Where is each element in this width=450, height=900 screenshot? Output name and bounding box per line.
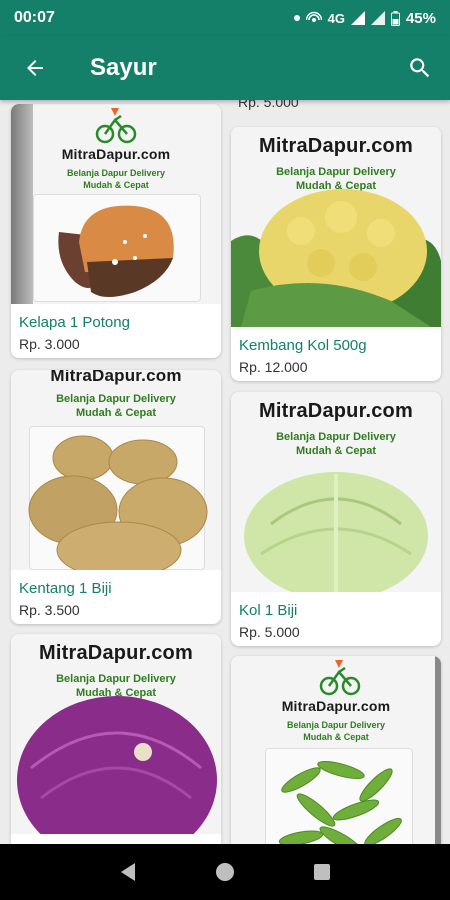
signal-2-icon bbox=[370, 11, 385, 25]
nav-back-icon[interactable] bbox=[119, 862, 137, 882]
product-card[interactable]: MitraDapur.com Belanja Dapur Delivery Mu… bbox=[231, 656, 441, 844]
product-name bbox=[11, 834, 221, 844]
battery-percent: 45% bbox=[405, 9, 436, 27]
brand-name: MitraDapur.com bbox=[39, 642, 193, 664]
brand-tagline-2: Mudah & Cepat bbox=[303, 732, 369, 742]
brand-name: MitraDapur.com bbox=[281, 698, 391, 714]
brand-name: MitraDapur.com bbox=[50, 370, 182, 385]
product-card[interactable]: MitraDapur.com Belanja Dapur Delivery Mu… bbox=[231, 392, 441, 646]
product-name: Kol 1 Biji bbox=[239, 602, 298, 619]
product-name: Kentang 1 Biji bbox=[19, 580, 112, 597]
product-card[interactable]: MitraDapur.com Belanja Dapur Delivery Mu… bbox=[11, 104, 221, 358]
signal-icon bbox=[350, 11, 365, 25]
brand-tagline-2: Mudah & Cepat bbox=[75, 407, 157, 419]
product-card[interactable]: MitraDapur.com Belanja Dapur Delivery Mu… bbox=[11, 634, 221, 844]
product-image-potato: MitraDapur.com Belanja Dapur Delivery Mu… bbox=[11, 370, 221, 570]
product-name: Kelapa 1 Potong bbox=[19, 314, 130, 331]
brand-tagline-2: Mudah & Cepat bbox=[83, 180, 149, 190]
potato-icon bbox=[28, 435, 208, 570]
search-icon bbox=[410, 58, 430, 78]
coconut-piece-icon bbox=[58, 205, 174, 297]
status-time: 00:07 bbox=[14, 9, 55, 26]
brand-name: MitraDapur.com bbox=[259, 400, 413, 422]
product-price: Rp. 5.000 bbox=[239, 624, 300, 640]
network-type: 4G bbox=[327, 10, 345, 26]
green-beans-icon bbox=[278, 761, 402, 844]
status-bar: 00:07 4G 45% bbox=[0, 0, 450, 36]
brand-name: MitraDapur.com bbox=[259, 135, 413, 157]
product-card[interactable]: MitraDapur.com Belanja Dapur Delivery Mu… bbox=[11, 370, 221, 624]
product-image-green-beans: MitraDapur.com Belanja Dapur Delivery Mu… bbox=[231, 656, 441, 844]
product-card[interactable]: MitraDapur.com Belanja Dapur Delivery Mu… bbox=[231, 127, 441, 381]
back-button[interactable] bbox=[0, 36, 70, 100]
brand-tagline: Belanja Dapur Delivery bbox=[276, 431, 396, 443]
product-price: Rp. 3.500 bbox=[19, 602, 80, 618]
delivery-bike-logo-icon bbox=[319, 660, 361, 696]
system-nav-bar bbox=[0, 844, 450, 900]
product-image-coconut: MitraDapur.com Belanja Dapur Delivery Mu… bbox=[11, 104, 221, 304]
product-name: Kembang Kol 500g bbox=[239, 337, 367, 354]
product-image-cabbage: MitraDapur.com Belanja Dapur Delivery Mu… bbox=[231, 392, 441, 592]
cauliflower-icon bbox=[231, 189, 441, 327]
product-image-cauliflower: MitraDapur.com Belanja Dapur Delivery Mu… bbox=[231, 127, 441, 327]
product-price: Rp. 3.000 bbox=[19, 336, 80, 352]
battery-icon bbox=[390, 10, 400, 26]
brand-tagline: Belanja Dapur Delivery bbox=[56, 673, 176, 685]
product-price: Rp. 12.000 bbox=[239, 359, 308, 375]
page-title: Sayur bbox=[90, 54, 157, 81]
cabbage-icon bbox=[244, 472, 428, 592]
arrow-left-icon bbox=[27, 60, 43, 76]
hotspot-icon bbox=[305, 11, 322, 22]
red-cabbage-icon bbox=[17, 696, 217, 834]
product-image-red-cabbage: MitraDapur.com Belanja Dapur Delivery Mu… bbox=[11, 634, 221, 834]
delivery-bike-logo-icon bbox=[95, 108, 137, 144]
product-grid[interactable]: Rp. 5.000 MitraDapur.com Belanja Dapur D… bbox=[0, 100, 450, 844]
nav-home-icon[interactable] bbox=[215, 862, 235, 882]
notification-dot-icon bbox=[293, 15, 300, 21]
brand-tagline-2: Mudah & Cepat bbox=[295, 445, 377, 457]
brand-tagline: Belanja Dapur Delivery bbox=[56, 393, 176, 405]
nav-recents-icon[interactable] bbox=[313, 863, 331, 881]
app-bar: Sayur bbox=[0, 36, 450, 100]
search-button[interactable] bbox=[390, 36, 450, 100]
partial-product-price: Rp. 5.000 bbox=[238, 100, 299, 110]
brand-tagline: Belanja Dapur Delivery bbox=[276, 166, 396, 178]
status-icons: 4G 45% bbox=[293, 9, 436, 27]
brand-name: MitraDapur.com bbox=[61, 146, 171, 162]
